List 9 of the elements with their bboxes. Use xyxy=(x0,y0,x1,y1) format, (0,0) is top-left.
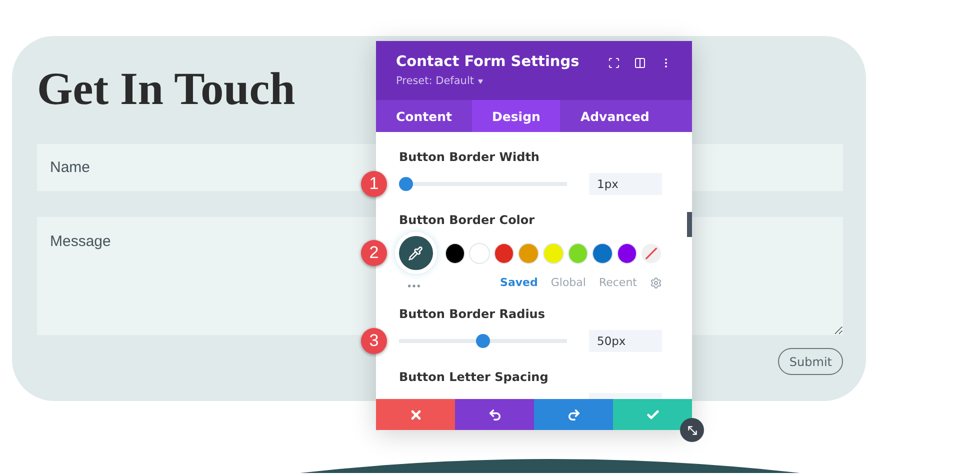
setting-label: Button Letter Spacing xyxy=(399,370,550,384)
step-marker: 2 xyxy=(361,240,387,266)
step-marker: 3 xyxy=(361,328,387,354)
modal-title: Contact Form Settings xyxy=(396,54,580,70)
setting-label: Button Border Radius xyxy=(399,307,546,321)
step-marker: 1 xyxy=(361,171,387,197)
setting-label: Button Border Width xyxy=(399,150,540,164)
form-title: Get In Touch xyxy=(37,62,296,116)
setting-label: Button Border Color xyxy=(399,213,536,227)
